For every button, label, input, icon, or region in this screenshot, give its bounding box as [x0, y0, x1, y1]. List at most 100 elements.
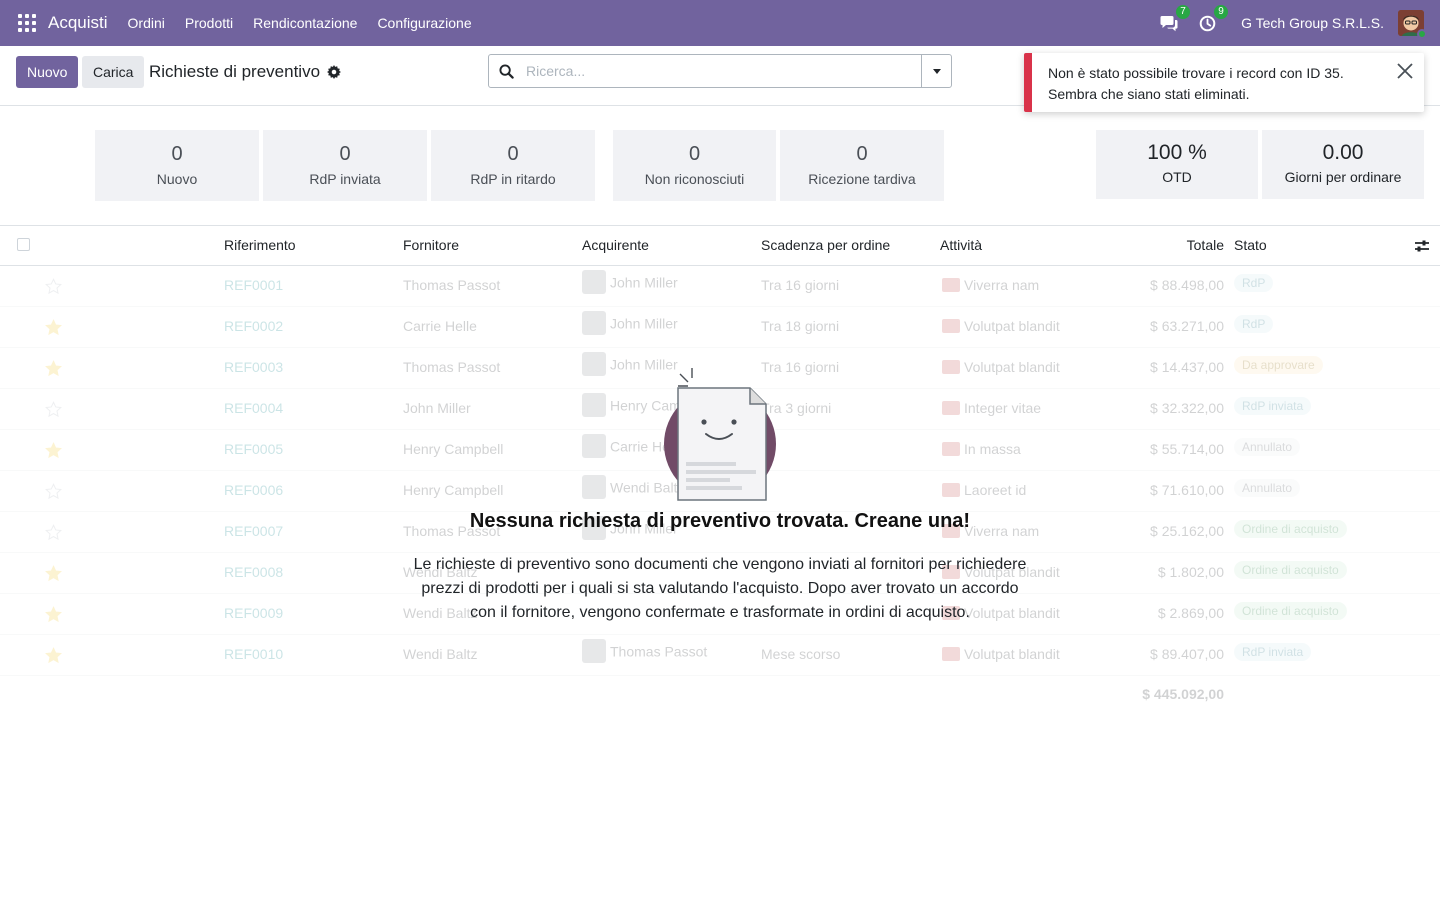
column-header-total[interactable]: Totale	[1124, 237, 1224, 253]
empty-state-line: prezzi di prodotti per i quali si sta va…	[421, 580, 1019, 597]
row-activity: Volutpat blandit	[942, 318, 1060, 334]
search-bar	[488, 54, 952, 88]
favorite-star-icon[interactable]	[45, 524, 62, 541]
status-badge: Ordine di acquisto	[1234, 561, 1347, 579]
stat-value: 0	[688, 143, 701, 165]
buyer-avatar	[582, 311, 606, 335]
chat-icon	[1160, 15, 1178, 31]
activity-type-icon[interactable]	[942, 318, 960, 333]
buyer-avatar	[582, 639, 606, 663]
status-badge: Annullato	[1234, 438, 1301, 456]
menu-item-rendicontazione[interactable]: Rendicontazione	[243, 15, 367, 31]
favorite-star-icon[interactable]	[45, 360, 62, 377]
buyer-name: John Miller	[610, 274, 678, 291]
row-vendor: John Miller	[403, 400, 471, 416]
row-vendor: Carrie Helle	[403, 318, 477, 334]
table-row[interactable]: REF0001 Thomas Passot John Miller Tra 16 gi…	[0, 266, 1440, 307]
search-input[interactable]	[526, 63, 921, 79]
status-badge: Ordine di acquisto	[1234, 520, 1347, 538]
favorite-star-icon[interactable]	[45, 319, 62, 336]
favorite-star-icon[interactable]	[45, 483, 62, 500]
grand-total: $ 445.092,00	[1142, 686, 1224, 702]
list-header: Riferimento Fornitore Acquirente Scadenz…	[0, 226, 1440, 266]
column-header-ref[interactable]: Riferimento	[224, 237, 296, 253]
row-total: $ 2.869,00	[1157, 605, 1224, 621]
messages-button[interactable]: 7	[1159, 5, 1191, 33]
row-ref[interactable]: REF0010	[224, 646, 283, 662]
favorite-star-icon[interactable]	[45, 401, 62, 418]
notification-line-1: Non è stato possibile trovare i record c…	[1048, 65, 1344, 81]
status-badge: RdP	[1234, 274, 1274, 292]
activities-button[interactable]: 9	[1197, 5, 1229, 33]
activity-type-icon[interactable]	[942, 482, 960, 497]
optional-columns-icon[interactable]	[1414, 238, 1430, 254]
upload-button[interactable]: Carica	[82, 56, 145, 88]
row-ref[interactable]: REF0001	[224, 277, 283, 293]
gear-icon[interactable]	[327, 65, 342, 79]
close-icon[interactable]	[1396, 62, 1414, 80]
activity-type-icon[interactable]	[942, 646, 960, 661]
kpi-card-days-to-order: 0.00 Giorni per ordinare	[1262, 130, 1424, 199]
favorite-star-icon[interactable]	[45, 565, 62, 582]
row-vendor: Henry Campbell	[403, 482, 504, 498]
page-title: Richieste di preventivo	[149, 62, 321, 81]
activity-type-icon[interactable]	[942, 359, 960, 374]
stat-card-new[interactable]: 0 Nuovo	[95, 130, 259, 201]
new-button[interactable]: Nuovo	[16, 56, 79, 88]
row-ref[interactable]: REF0008	[224, 564, 283, 580]
activity-summary: Volutpat blandit	[964, 646, 1060, 662]
row-activity: Viverra nam	[942, 277, 1039, 293]
favorite-star-icon[interactable]	[45, 606, 62, 623]
row-ref[interactable]: REF0005	[224, 441, 283, 457]
user-avatar[interactable]	[1398, 10, 1427, 39]
stat-card-rfq-sent[interactable]: 0 RdP inviata	[263, 130, 427, 201]
row-total: $ 63.271,00	[1150, 318, 1224, 334]
select-all-checkbox[interactable]	[17, 238, 30, 251]
empty-state-title: Nessuna richiesta di preventivo trovata.…	[469, 510, 971, 532]
stat-card-rfq-late[interactable]: 0 RdP in ritardo	[431, 130, 595, 201]
kpi-value: 0.00	[1322, 141, 1364, 164]
apps-menu-icon[interactable]	[18, 14, 36, 32]
status-badge: Da approvare	[1234, 356, 1323, 374]
row-total: $ 14.437,00	[1150, 359, 1224, 375]
kpi-label: OTD	[1162, 169, 1192, 185]
search-options-toggle[interactable]	[921, 55, 951, 87]
row-deadline: Tra 18 giorni	[761, 318, 840, 334]
activity-type-icon[interactable]	[942, 277, 960, 292]
menu-item-ordini[interactable]: Ordini	[118, 15, 175, 31]
favorite-star-icon[interactable]	[45, 442, 62, 459]
activity-type-icon[interactable]	[942, 400, 960, 415]
row-ref[interactable]: REF0007	[224, 523, 283, 539]
row-ref[interactable]: REF0006	[224, 482, 283, 498]
row-ref[interactable]: REF0002	[224, 318, 283, 334]
app-name[interactable]: Acquisti	[48, 13, 108, 33]
table-row[interactable]: REF0002 Carrie Helle John Miller Tra 18 gio…	[0, 307, 1440, 348]
favorite-star-icon[interactable]	[45, 278, 62, 295]
kpi-card-otd: 100 % OTD	[1096, 130, 1258, 199]
menu-item-configurazione[interactable]: Configurazione	[367, 15, 481, 31]
favorite-star-icon[interactable]	[45, 647, 62, 664]
row-ref[interactable]: REF0004	[224, 400, 283, 416]
row-activity: Volutpat blandit	[942, 359, 1060, 375]
top-navbar: Acquisti Ordini Prodotti Rendicontazione…	[0, 0, 1440, 46]
buyer-avatar	[582, 434, 606, 458]
activity-summary: Viverra nam	[964, 277, 1040, 293]
row-total: $ 88.498,00	[1150, 277, 1224, 293]
company-switcher[interactable]: G Tech Group S.R.L.S.	[1241, 15, 1384, 31]
table-row[interactable]: REF0010 Wendi Baltz Thomas Passot Mese scor…	[0, 635, 1440, 676]
column-header-buyer[interactable]: Acquirente	[582, 237, 649, 253]
empty-state-line: Le richieste di preventivo sono document…	[413, 556, 1027, 573]
column-header-deadline[interactable]: Scadenza per ordine	[761, 237, 890, 253]
row-ref[interactable]: REF0003	[224, 359, 283, 375]
column-header-vendor[interactable]: Fornitore	[403, 237, 459, 253]
column-header-activity[interactable]: Attività	[940, 237, 982, 253]
stat-card-late-receipt[interactable]: 0 Ricezione tardiva	[780, 130, 944, 201]
column-header-status[interactable]: Stato	[1234, 237, 1267, 253]
row-buyer: John Miller	[582, 311, 678, 335]
activity-type-icon[interactable]	[942, 441, 960, 456]
row-ref[interactable]: REF0009	[224, 605, 283, 621]
row-total: $ 55.714,00	[1150, 441, 1224, 457]
menu-item-prodotti[interactable]: Prodotti	[175, 15, 243, 31]
stat-card-not-acknowledged[interactable]: 0 Non riconosciuti	[613, 130, 776, 201]
buyer-avatar	[582, 270, 606, 294]
